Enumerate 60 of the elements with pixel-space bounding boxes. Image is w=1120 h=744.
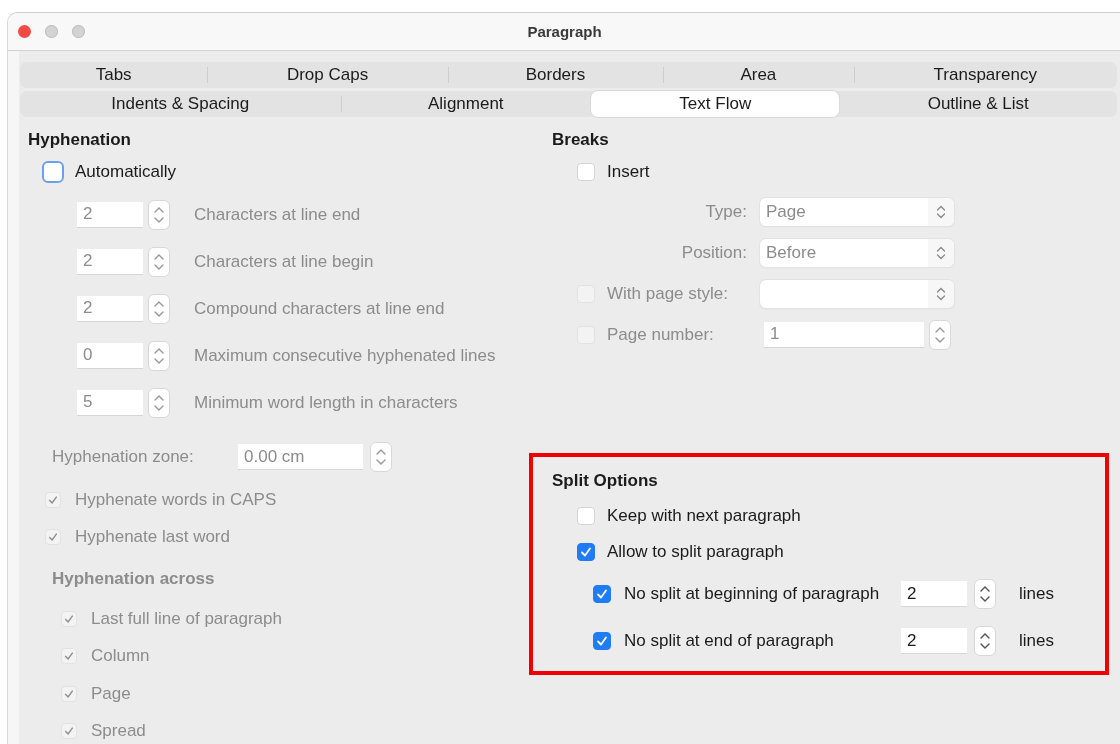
tab[interactable]: Tabs bbox=[20, 62, 208, 88]
field-label: Compound characters at line end bbox=[194, 298, 445, 319]
tab[interactable]: Borders bbox=[447, 62, 664, 88]
tab[interactable]: Alignment bbox=[340, 91, 592, 117]
checkbox-label: Hyphenate last word bbox=[75, 526, 230, 547]
field-label: Characters at line begin bbox=[194, 251, 374, 272]
checkmark-icon bbox=[64, 726, 74, 737]
field-label: Position: bbox=[680, 242, 747, 263]
chevron-updown-icon bbox=[936, 285, 946, 302]
section-heading: Hyphenation bbox=[28, 130, 131, 150]
section-heading: Breaks bbox=[552, 130, 609, 150]
checkbox[interactable] bbox=[577, 542, 595, 561]
tab[interactable]: Text Flow bbox=[591, 91, 840, 117]
chevron-updown-icon bbox=[936, 244, 946, 261]
checkbox[interactable] bbox=[593, 632, 611, 650]
checkbox-label: Last full line of paragraph bbox=[91, 608, 282, 629]
field-label: Minimum word length in characters bbox=[194, 392, 458, 413]
checkbox-label: No split at end of paragraph bbox=[624, 631, 834, 651]
field-label: Characters at line end bbox=[194, 204, 361, 225]
checkmark-icon bbox=[64, 613, 74, 624]
unit-label: lines bbox=[1019, 584, 1054, 604]
field-label: Type: bbox=[704, 201, 747, 222]
tab[interactable]: Transparency bbox=[853, 62, 1117, 88]
spin-field[interactable]: 2 bbox=[901, 581, 967, 607]
tab[interactable]: Area bbox=[663, 62, 854, 88]
checkbox-label: With page style: bbox=[607, 283, 728, 304]
checkmark-icon bbox=[596, 588, 608, 600]
field-label: Maximum consecutive hyphenated lines bbox=[194, 345, 496, 366]
checkbox-label: Page number: bbox=[607, 324, 714, 345]
checkmark-icon bbox=[596, 635, 608, 647]
section-heading: Split Options bbox=[552, 471, 658, 491]
tab[interactable]: Outline & List bbox=[839, 91, 1117, 117]
checkbox-label: No split at beginning of paragraph bbox=[624, 584, 880, 604]
unit-label: lines bbox=[1019, 631, 1054, 651]
stepper-button[interactable] bbox=[974, 579, 996, 609]
zoom-button[interactable] bbox=[72, 25, 85, 38]
checkmark-icon bbox=[64, 651, 74, 662]
checkmark-icon bbox=[580, 545, 592, 558]
checkbox-label: Insert bbox=[607, 162, 650, 182]
checkbox-label: Page bbox=[91, 683, 131, 704]
window-title: Paragraph bbox=[527, 23, 602, 40]
checkmark-icon bbox=[48, 531, 58, 542]
section-heading: Hyphenation across bbox=[52, 568, 215, 589]
minimize-button[interactable] bbox=[45, 25, 58, 38]
checkbox-label: Allow to split paragraph bbox=[607, 541, 784, 562]
stepper-button[interactable] bbox=[974, 626, 996, 656]
tab[interactable]: Drop Caps bbox=[207, 62, 448, 88]
checkbox-label: Automatically bbox=[75, 162, 177, 182]
field-label: Hyphenation zone: bbox=[52, 447, 195, 467]
close-button[interactable] bbox=[18, 25, 31, 38]
checkbox-label: Column bbox=[91, 646, 150, 667]
checkmark-icon bbox=[48, 494, 58, 505]
checkbox-label: Hyphenate words in CAPS bbox=[75, 489, 277, 510]
spin-field[interactable]: 2 bbox=[901, 628, 967, 654]
checkmark-icon bbox=[64, 688, 74, 699]
checkbox-label: Keep with next paragraph bbox=[607, 505, 801, 526]
tab[interactable]: Indents & Spacing bbox=[20, 91, 341, 117]
checkbox[interactable] bbox=[593, 585, 611, 603]
chevron-updown-icon bbox=[936, 203, 946, 220]
checkbox-label: Spread bbox=[91, 721, 146, 742]
